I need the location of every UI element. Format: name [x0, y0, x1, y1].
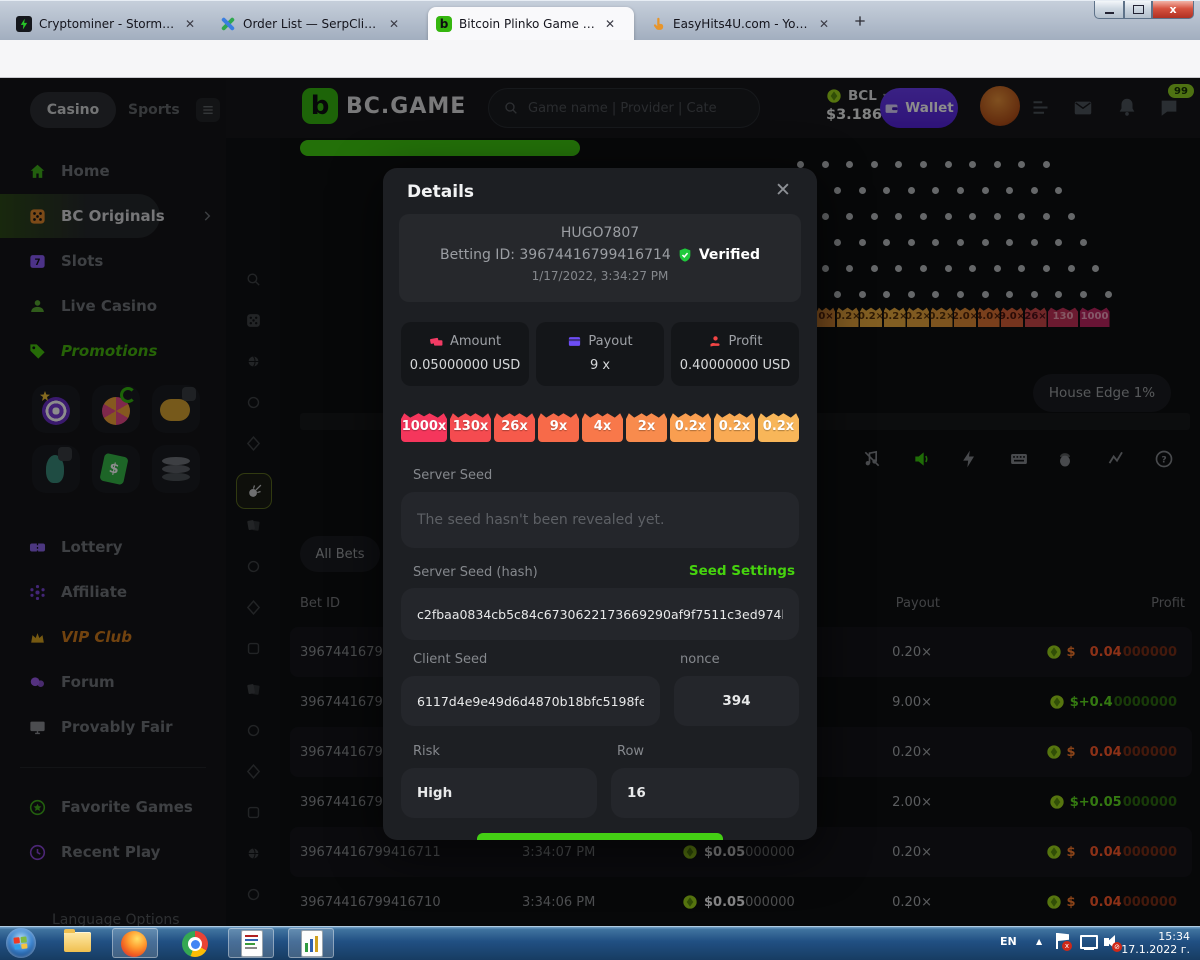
- tab-title: EasyHits4U.com - Your Traffic E: [673, 17, 811, 31]
- tab-close-icon[interactable]: ✕: [819, 18, 829, 30]
- browser-tab[interactable]: EasyHits4U.com - Your Traffic E ✕: [642, 7, 840, 41]
- stat-value: 0.40000000 USD: [671, 358, 799, 373]
- taskbar: EN ▲ x ⊘ 15:3417.1.2022 г.: [0, 926, 1200, 960]
- firefox-taskbar-icon[interactable]: [121, 931, 147, 957]
- server-seed-hash-value: c2fbaa0834cb5c84c6730622173669290af9f751…: [417, 607, 783, 622]
- verify-button-partial[interactable]: [477, 833, 723, 840]
- start-button[interactable]: [6, 928, 36, 958]
- stat-card-payout: Payout 9 x: [536, 322, 664, 386]
- bet-datetime: 1/17/2022, 3:34:27 PM: [399, 269, 801, 283]
- bcgame-page: b BC.GAME Game name | Provider | Cate BC…: [0, 78, 1200, 926]
- row-field[interactable]: 16: [611, 768, 799, 818]
- money-icon: [429, 334, 444, 349]
- server-seed-value: The seed hasn't been revealed yet.: [417, 512, 664, 528]
- tab-title: Cryptominer - StormGain: [39, 17, 177, 31]
- betting-id: Betting ID: 39674416799416714: [440, 247, 671, 263]
- nonce-label: nonce: [680, 652, 720, 667]
- server-seed-hash-label: Server Seed (hash): [413, 565, 538, 580]
- multiplier-chip: 2x: [626, 410, 667, 442]
- tab-close-icon[interactable]: ✕: [389, 18, 399, 30]
- stormgain-icon: [16, 16, 32, 32]
- details-modal: Details ✕ HUGO7807 Betting ID: 396744167…: [383, 168, 817, 840]
- easyhits-icon: [650, 16, 666, 32]
- server-seed-field[interactable]: The seed hasn't been revealed yet.: [401, 492, 799, 548]
- tray-language[interactable]: EN: [1000, 935, 1017, 948]
- multiplier-chip: 0.2x: [714, 410, 755, 442]
- card-icon: [567, 334, 582, 349]
- server-seed-hash-field[interactable]: c2fbaa0834cb5c84c6730622173669290af9f751…: [401, 588, 799, 640]
- client-seed-field[interactable]: 6117d4e9e49d6d4870b18bfc5198fef: [401, 676, 660, 726]
- modal-title: Details: [407, 182, 474, 202]
- client-seed-label: Client Seed: [413, 652, 487, 667]
- tab-close-icon[interactable]: ✕: [185, 18, 195, 30]
- risk-field[interactable]: High: [401, 768, 597, 818]
- browser-titlebar: Cryptominer - StormGain✕Order List — Ser…: [0, 0, 1200, 40]
- modal-close-icon[interactable]: ✕: [775, 179, 791, 201]
- multiplier-chip: 130x: [450, 410, 491, 442]
- risk-label: Risk: [413, 744, 440, 759]
- maximize-button[interactable]: [1124, 1, 1152, 19]
- explorer-taskbar-icon[interactable]: [64, 932, 91, 952]
- multiplier-chip: 26x: [494, 410, 535, 442]
- tray-clock[interactable]: 15:3417.1.2022 г.: [1121, 930, 1190, 956]
- stat-card-profit: Profit 0.40000000 USD: [671, 322, 799, 386]
- multiplier-chip: 0.2x: [758, 410, 799, 442]
- bet-info-card: HUGO7807 Betting ID: 39674416799416714 V…: [399, 214, 801, 302]
- multiplier-chips: 1000x130x26x9x4x2x0.2x0.2x0.2x: [401, 410, 800, 442]
- bcgame-icon: b: [436, 16, 452, 32]
- tray-time: 15:34: [1158, 930, 1190, 943]
- nonce-value: 394: [722, 693, 750, 709]
- multiplier-chip: 0.2x: [670, 410, 711, 442]
- tab-close-icon[interactable]: ✕: [605, 18, 615, 30]
- serpclix-icon: [220, 16, 236, 32]
- profit-icon: [708, 334, 723, 349]
- tab-title: Bitcoin Plinko Game - Play Plin: [459, 17, 597, 31]
- stat-label: Profit: [729, 334, 763, 349]
- chrome-taskbar-icon[interactable]: [182, 931, 208, 957]
- verified-label: Verified: [699, 247, 760, 263]
- multiplier-chip: 4x: [582, 410, 623, 442]
- multiplier-chip: 1000x: [401, 410, 447, 442]
- browser-tab[interactable]: Cryptominer - StormGain ✕: [8, 7, 204, 41]
- stat-value: 0.05000000 USD: [401, 358, 529, 373]
- risk-value: High: [417, 785, 452, 801]
- document-taskbar-icon[interactable]: [241, 930, 263, 957]
- minimize-button[interactable]: [1094, 1, 1124, 19]
- tab-title: Order List — SerpClix ClickSense: [243, 17, 381, 31]
- server-seed-label: Server Seed: [413, 468, 492, 483]
- new-tab-button[interactable]: [852, 13, 868, 29]
- stat-card-amount: Amount 0.05000000 USD: [401, 322, 529, 386]
- stat-value: 9 x: [536, 358, 664, 373]
- multiplier-chip: 9x: [538, 410, 579, 442]
- close-window-button[interactable]: x: [1152, 1, 1194, 19]
- spreadsheet-taskbar-icon[interactable]: [301, 930, 323, 957]
- client-seed-value: 6117d4e9e49d6d4870b18bfc5198fef: [417, 694, 644, 709]
- stat-label: Payout: [588, 334, 632, 349]
- stat-label: Amount: [450, 334, 501, 349]
- screen: Cryptominer - StormGain✕Order List — Ser…: [0, 0, 1200, 960]
- seed-settings-link[interactable]: Seed Settings: [689, 563, 795, 579]
- username: HUGO7807: [399, 225, 801, 241]
- row-value: 16: [627, 785, 646, 801]
- nonce-field[interactable]: 394: [674, 676, 799, 726]
- browser-tab[interactable]: Order List — SerpClix ClickSense ✕: [212, 7, 420, 41]
- row-label: Row: [617, 744, 644, 759]
- browser-tab[interactable]: b Bitcoin Plinko Game - Play Plin ✕: [428, 7, 634, 41]
- verified-shield-icon: [677, 247, 693, 263]
- browser-toolbar: https://bc.game/plinko Search: [0, 40, 1200, 78]
- tray-date: 17.1.2022 г.: [1121, 943, 1190, 956]
- tray-expand-icon[interactable]: ▲: [1036, 937, 1042, 946]
